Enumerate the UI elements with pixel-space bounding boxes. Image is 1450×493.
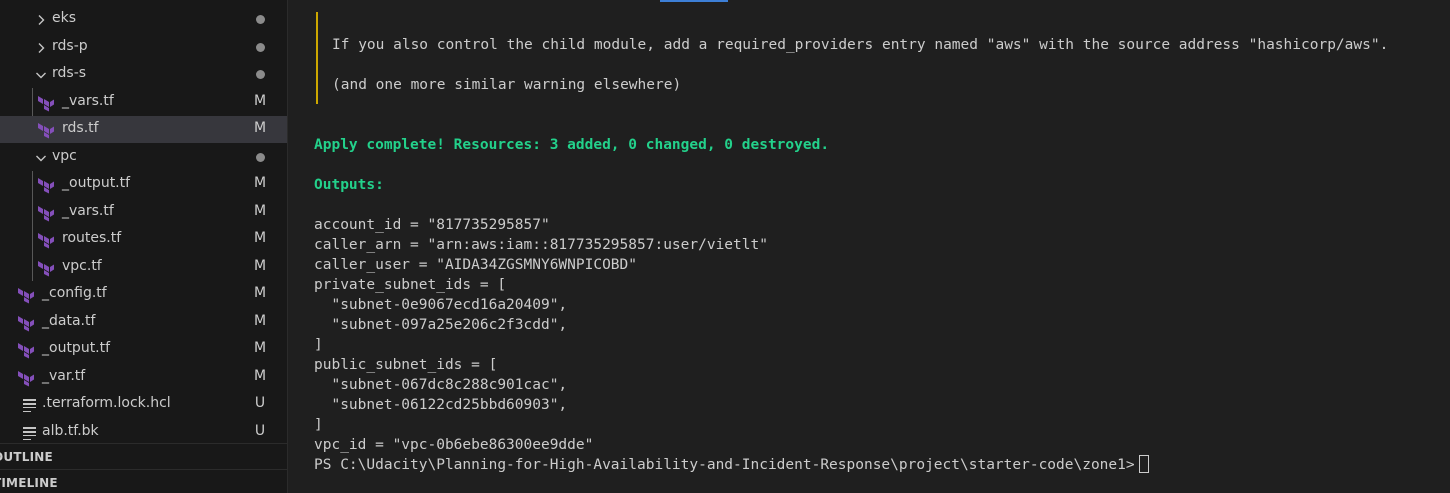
warning-bar xyxy=(316,12,318,104)
warning-line-1: If you also control the child module, ad… xyxy=(332,37,1389,53)
modified-dot-badge xyxy=(256,15,265,24)
output-line: "subnet-0e9067ecd16a20409", xyxy=(314,297,568,313)
link-underline xyxy=(660,0,728,2)
terraform-icon xyxy=(18,316,34,332)
apply-complete-message: Apply complete! Resources: 3 added, 0 ch… xyxy=(314,137,830,153)
tree-item-label: rds-p xyxy=(52,38,88,54)
git-status-badge: M xyxy=(253,203,267,219)
explorer-sidebar: eks rds-p rds-s _vars.tf Mrds.tf Mvpc _output.… xyxy=(0,0,288,493)
file-item[interactable]: _var.tf M xyxy=(0,364,287,391)
prompt-text: PS C:\Udacity\Planning-for-High-Availabi… xyxy=(314,457,1135,473)
terminal-cursor xyxy=(1138,455,1149,473)
tree-item-label: rds.tf xyxy=(62,120,99,136)
terraform-icon xyxy=(18,288,34,304)
tree-item-label: .terraform.lock.hcl xyxy=(42,395,171,411)
output-line: ] xyxy=(314,337,323,353)
timeline-panel-header[interactable]: TIMELINE xyxy=(0,469,287,493)
outputs-header: Outputs: xyxy=(314,177,384,193)
tree-item-label: _vars.tf xyxy=(62,93,114,109)
output-line: "subnet-06122cd25bbd60903", xyxy=(314,397,568,413)
file-item[interactable]: routes.tf M xyxy=(0,226,287,253)
output-line: "subnet-067dc8c288c901cac", xyxy=(314,377,568,393)
folder-item[interactable]: rds-s xyxy=(0,61,287,88)
file-lines-icon xyxy=(22,425,36,441)
output-line: "subnet-097a25e206c2f3cdd", xyxy=(314,317,568,333)
folder-item[interactable]: rds-p xyxy=(0,34,287,61)
git-status-badge: M xyxy=(253,230,267,246)
output-line: caller_user = "AIDA34ZGSMNY6WNPICOBD" xyxy=(314,257,638,273)
file-item[interactable]: _config.tf M xyxy=(0,281,287,308)
file-item[interactable]: _data.tf M xyxy=(0,309,287,336)
terraform-icon xyxy=(38,178,54,194)
outline-panel-header[interactable]: OUTLINE xyxy=(0,443,287,469)
file-item[interactable]: _vars.tf M xyxy=(0,89,287,116)
chevron-down-icon xyxy=(36,155,46,162)
warning-line-2: (and one more similar warning elsewhere) xyxy=(332,77,682,93)
timeline-label: TIMELINE xyxy=(0,475,58,490)
output-line: account_id = "817735295857" xyxy=(314,217,550,233)
output-line: caller_arn = "arn:aws:iam::817735295857:… xyxy=(314,237,768,253)
tree-item-label: _var.tf xyxy=(42,368,86,384)
git-status-badge: U xyxy=(254,423,266,439)
git-status-badge: M xyxy=(253,93,267,109)
terraform-icon xyxy=(18,343,34,359)
git-status-badge: M xyxy=(253,175,267,191)
tree-item-label: vpc xyxy=(52,148,77,164)
output-line: public_subnet_ids = [ xyxy=(314,357,498,373)
terraform-icon xyxy=(38,123,54,139)
file-item[interactable]: _output.tf M xyxy=(0,336,287,363)
output-line: ] xyxy=(314,417,323,433)
file-item[interactable]: vpc.tf M xyxy=(0,254,287,281)
outline-label: OUTLINE xyxy=(0,449,53,464)
tree-item-label: routes.tf xyxy=(62,230,122,246)
tree-item-label: vpc.tf xyxy=(62,258,102,274)
terraform-icon xyxy=(38,233,54,249)
git-status-badge: M xyxy=(253,285,267,301)
git-status-badge: M xyxy=(253,340,267,356)
terraform-icon xyxy=(38,261,54,277)
file-item[interactable]: rds.tf M xyxy=(0,116,287,143)
git-status-badge: M xyxy=(253,313,267,329)
folder-item[interactable]: vpc xyxy=(0,144,287,171)
file-item[interactable]: _vars.tf M xyxy=(0,199,287,226)
chevron-down-icon xyxy=(36,72,46,79)
modified-dot-badge xyxy=(256,70,265,79)
file-item[interactable]: .terraform.lock.hcl U xyxy=(0,391,287,418)
file-item[interactable]: _output.tf M xyxy=(0,171,287,198)
chevron-right-icon xyxy=(38,15,45,25)
file-item[interactable]: alb.tf.bk U xyxy=(0,419,287,446)
tree-item-label: _output.tf xyxy=(42,340,111,356)
tree-item-label: _data.tf xyxy=(42,313,96,329)
modified-dot-badge xyxy=(256,153,265,162)
tree-item-label: _output.tf xyxy=(62,175,131,191)
git-status-badge: M xyxy=(253,368,267,384)
git-status-badge: M xyxy=(253,258,267,274)
terminal-panel[interactable]: If you also control the child module, ad… xyxy=(289,0,1450,493)
tree-item-label: rds-s xyxy=(52,65,87,81)
folder-item[interactable]: eks xyxy=(0,6,287,33)
tree-item-label: _vars.tf xyxy=(62,203,114,219)
tree-item-label: eks xyxy=(52,10,77,26)
terraform-icon xyxy=(18,371,34,387)
git-status-badge: U xyxy=(254,395,266,411)
terraform-icon xyxy=(38,206,54,222)
tree-item-label: alb.tf.bk xyxy=(42,423,99,439)
modified-dot-badge xyxy=(256,43,265,52)
chevron-right-icon xyxy=(38,43,45,53)
terraform-icon xyxy=(38,96,54,112)
file-lines-icon xyxy=(22,397,36,413)
git-status-badge: M xyxy=(253,120,267,136)
tree-item-label: _config.tf xyxy=(42,285,107,301)
output-line: private_subnet_ids = [ xyxy=(314,277,507,293)
prompt-line[interactable]: PS C:\Udacity\Planning-for-High-Availabi… xyxy=(314,455,1149,475)
output-line: vpc_id = "vpc-0b6ebe86300ee9dde" xyxy=(314,437,594,453)
